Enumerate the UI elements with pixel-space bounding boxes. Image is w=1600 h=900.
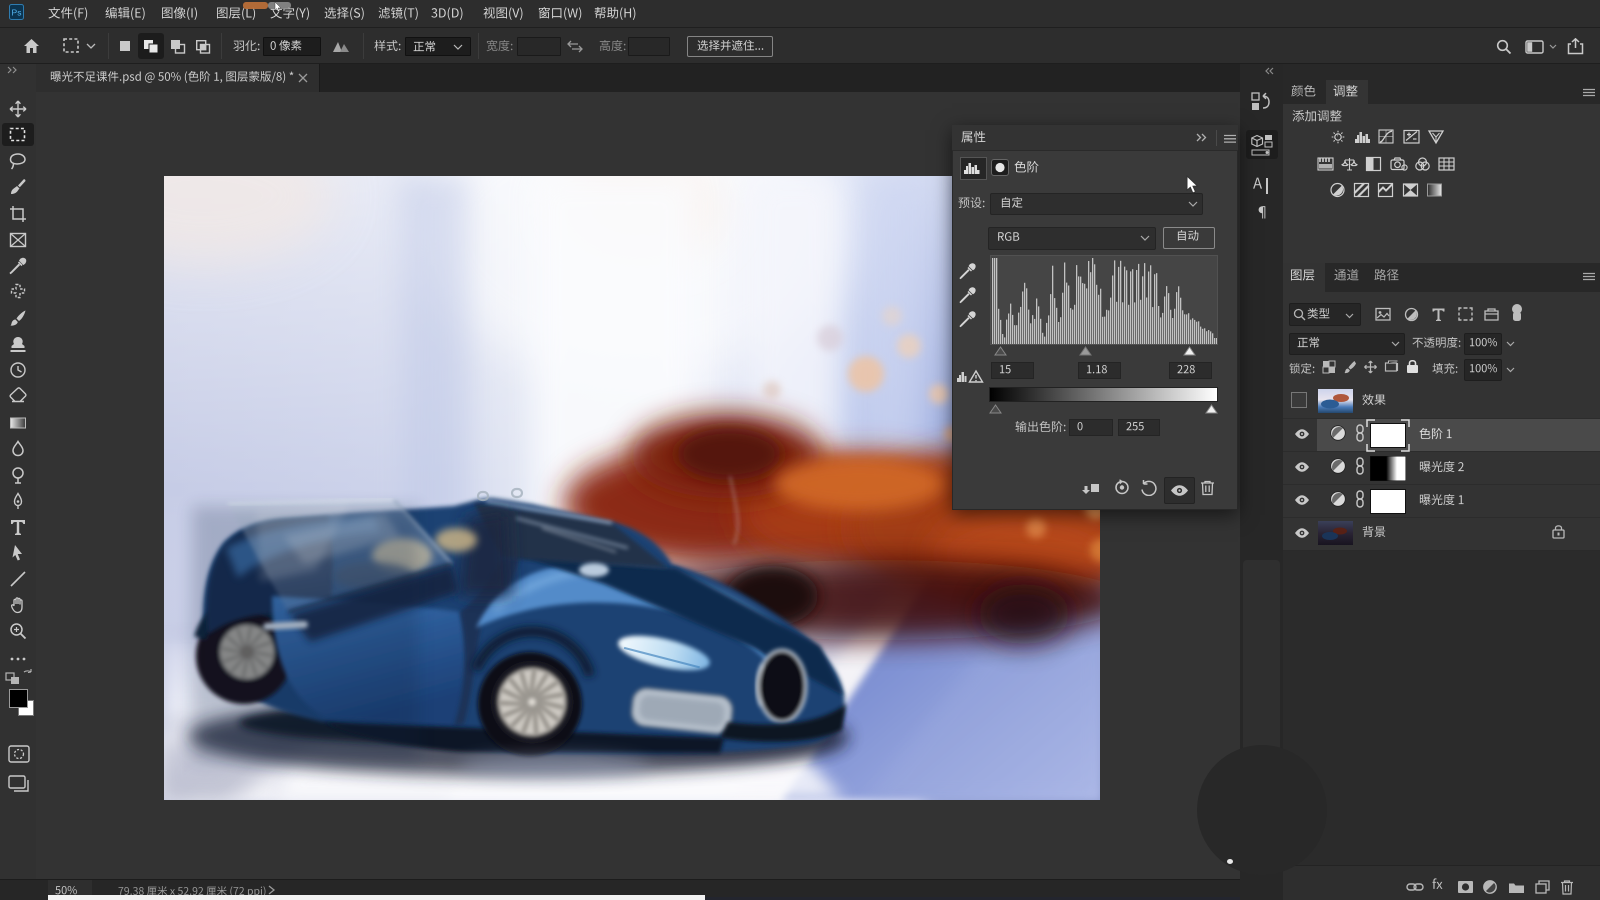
svg-text:Ps: Ps [12,8,22,18]
